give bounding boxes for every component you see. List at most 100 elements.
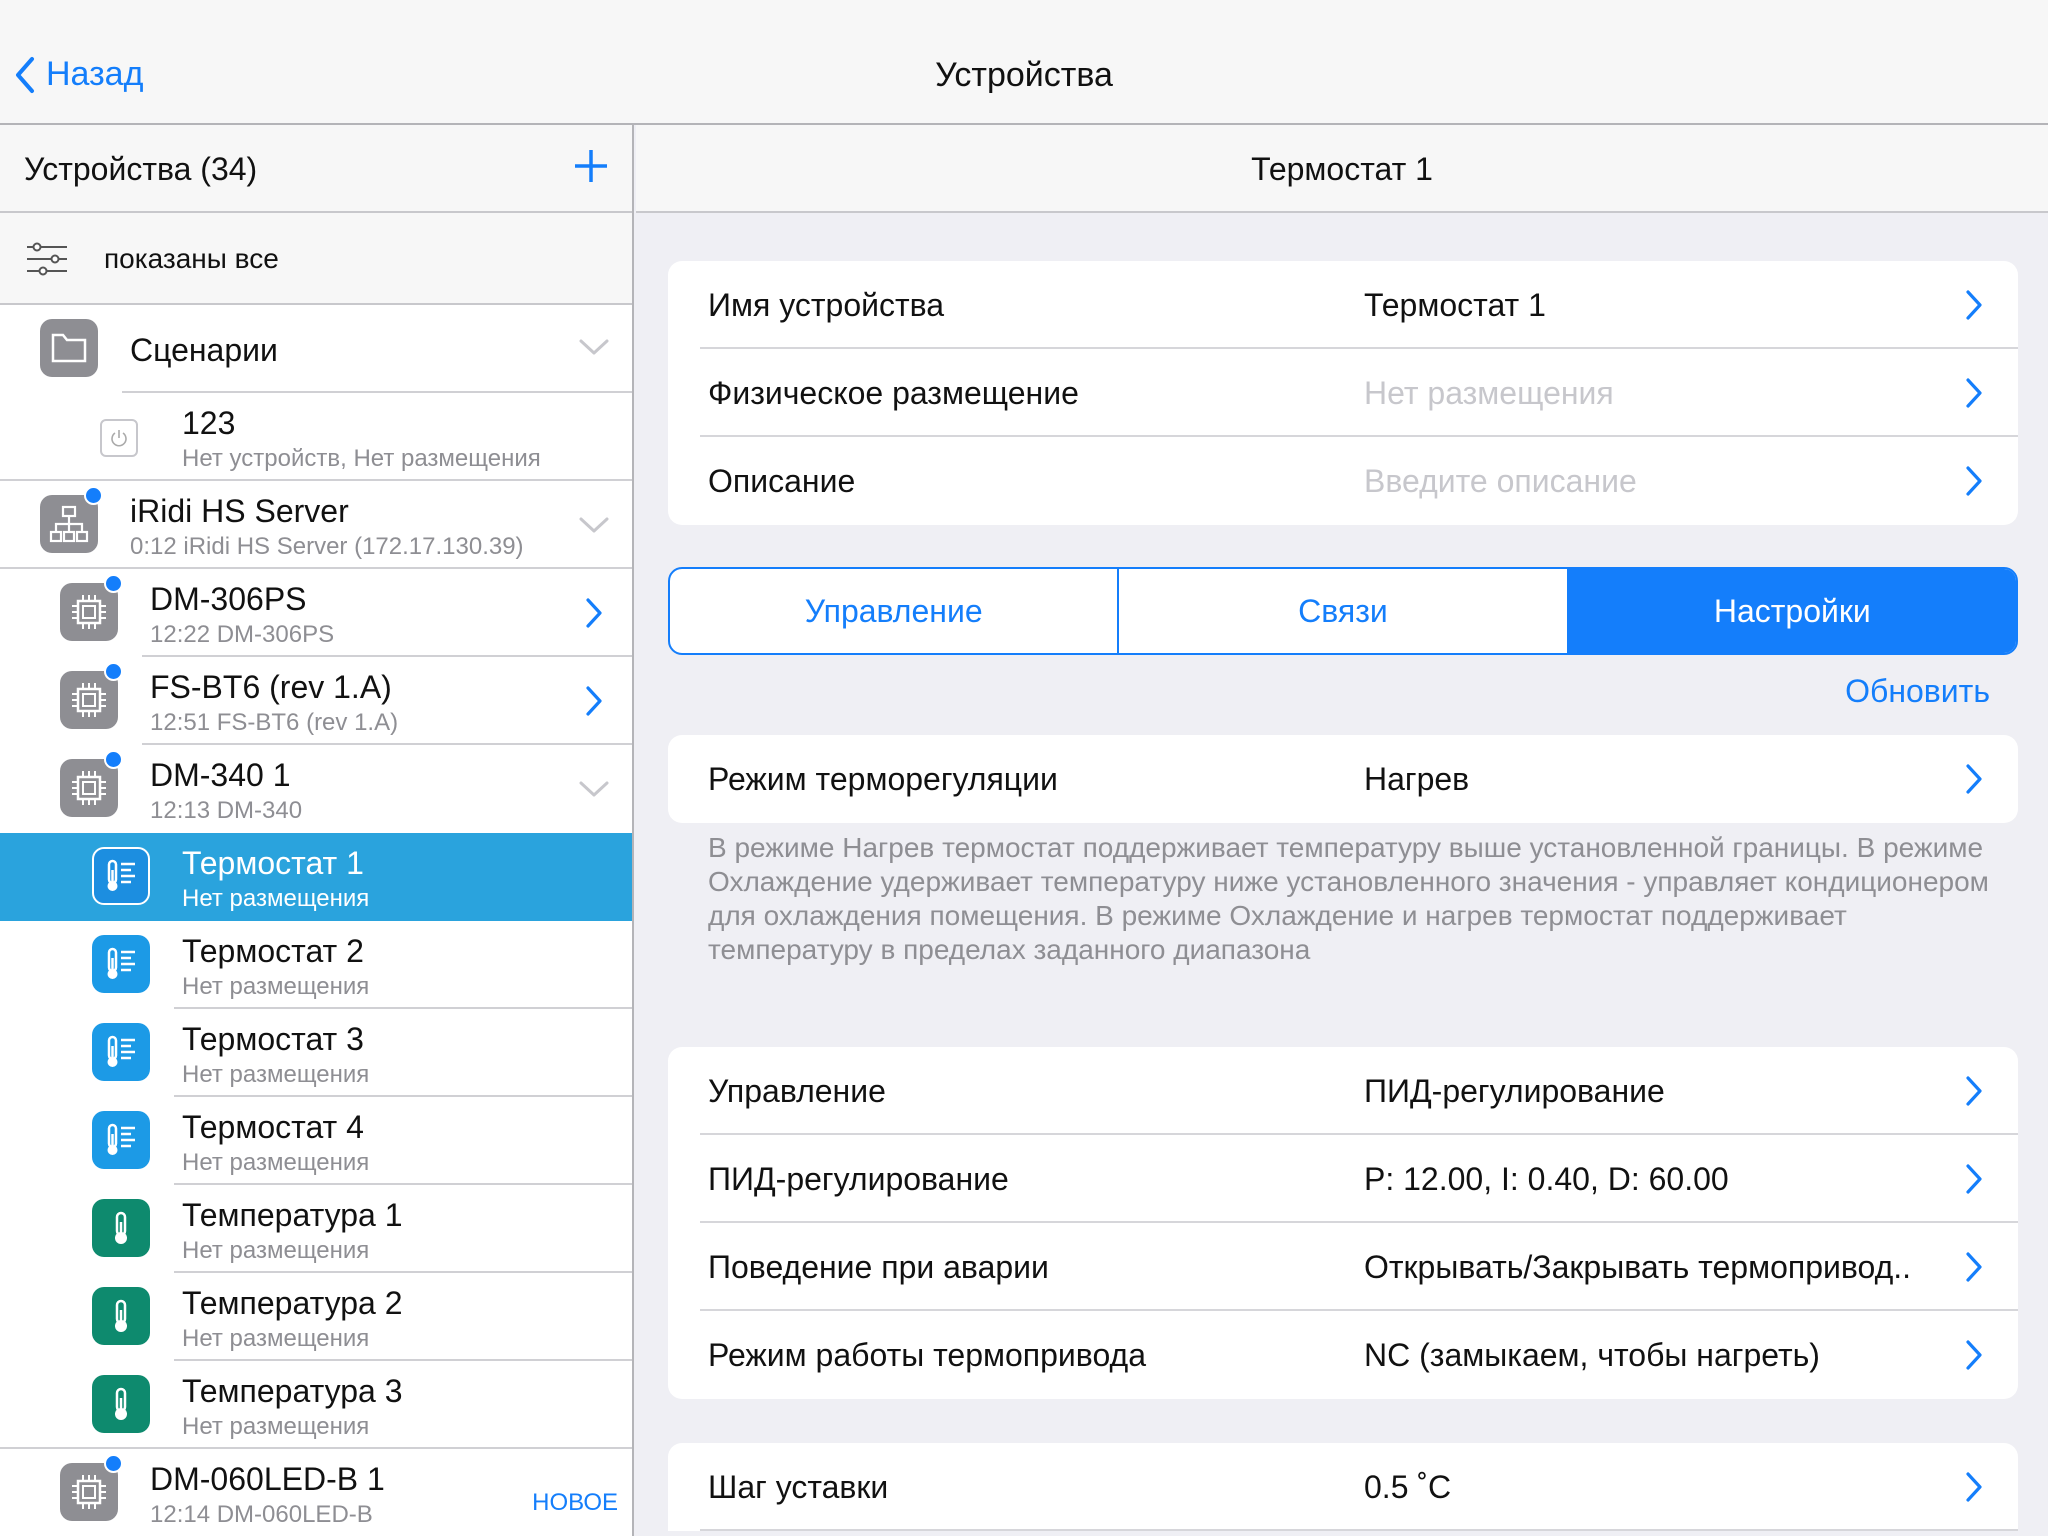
list-item-title: DM-340 1 — [150, 757, 291, 793]
list-item-server[interactable]: iRidi HS Server 0:12 iRidi HS Server (17… — [0, 481, 632, 569]
list-item-subtitle: Нет размещения — [182, 973, 370, 1000]
list-item-subtitle: Нет размещения — [182, 1325, 370, 1352]
plus-icon — [575, 150, 607, 182]
page-title: Устройства — [935, 56, 1113, 94]
thermostat-icon — [92, 1111, 150, 1169]
list-item-title: DM-060LED-B 1 — [150, 1461, 385, 1497]
device-name-row[interactable]: Имя устройства Термостат 1 — [668, 261, 2018, 349]
list-item-subtitle: 12:14 DM-060LED-B — [150, 1501, 373, 1528]
chevron-right-icon — [1964, 377, 1984, 409]
list-item-title: Термостат 3 — [182, 1021, 364, 1057]
list-item-temperature-1[interactable]: Температура 1 Нет размещения — [0, 1185, 632, 1273]
power-icon — [100, 419, 138, 457]
list-item-thermostat-2[interactable]: Термостат 2 Нет размещения — [0, 921, 632, 1009]
chevron-right-icon — [1964, 1163, 1984, 1195]
chevron-right-icon — [584, 685, 604, 717]
status-dot — [104, 750, 123, 769]
row-value: Нагрев — [1364, 761, 1470, 797]
row-label: Имя устройства — [708, 287, 945, 323]
list-item-subtitle: 12:22 DM-306PS — [150, 621, 335, 648]
refresh-button[interactable]: Обновить — [1845, 673, 1990, 710]
add-device-button[interactable] — [572, 147, 610, 190]
row-value: Открывать/Закрывать термопривод.. — [1364, 1249, 1912, 1285]
chevron-right-icon — [1964, 1251, 1984, 1283]
setpoint-card: Шаг уставки 0.5 ˚C — [668, 1443, 2018, 1531]
chevron-right-icon — [584, 597, 604, 629]
device-list-panel: Устройства (34) показаны все Сценарии 12… — [0, 125, 634, 1536]
thermostat-icon — [92, 935, 150, 993]
row-value: Введите описание — [1364, 463, 1637, 499]
filter-sliders-icon — [27, 242, 67, 276]
physical-location-row[interactable]: Физическое размещение Нет размещения — [668, 349, 2018, 437]
list-item-subtitle: 12:13 DM-340 — [150, 797, 303, 824]
row-value: NC (замыкаем, чтобы нагреть) — [1364, 1337, 1820, 1373]
chevron-right-icon — [1964, 465, 1984, 497]
thermometer-icon — [92, 1375, 150, 1433]
navigation-bar: Назад Устройства — [0, 0, 2048, 125]
list-item-thermostat-1[interactable]: Термостат 1 Нет размещения — [0, 833, 632, 921]
device-tree: Сценарии 123 Нет устройств, Нет размещен… — [0, 305, 632, 1536]
list-item-title: Сценарии — [130, 332, 278, 368]
row-value: Нет размещения — [1364, 375, 1614, 411]
description-row[interactable]: Описание Введите описание — [668, 437, 2018, 525]
list-item-temperature-3[interactable]: Температура 3 Нет размещения — [0, 1361, 632, 1449]
list-item-title: iRidi HS Server — [130, 493, 349, 529]
device-detail-panel: Термостат 1 Имя устройства Термостат 1 Ф… — [636, 125, 2048, 1536]
chevron-right-icon — [1964, 1339, 1984, 1371]
list-item-title: Термостат 2 — [182, 933, 364, 969]
folder-icon — [40, 319, 98, 377]
chevron-down-icon — [578, 337, 610, 357]
filter-row[interactable]: показаны все — [0, 213, 632, 305]
status-dot — [104, 662, 123, 681]
device-list-header: Устройства (34) — [0, 125, 632, 213]
actuator-mode-row[interactable]: Режим работы термопривода NC (замыкаем, … — [668, 1311, 2018, 1399]
chevron-right-icon — [1964, 763, 1984, 795]
failure-behavior-row[interactable]: Поведение при аварии Открывать/Закрывать… — [668, 1223, 2018, 1311]
pid-row[interactable]: ПИД-регулирование P: 12.00, I: 0.40, D: … — [668, 1135, 2018, 1223]
chevron-down-icon — [578, 515, 610, 535]
list-item-scenario-123[interactable]: 123 Нет устройств, Нет размещения — [0, 393, 632, 481]
list-item-thermostat-3[interactable]: Термостат 3 Нет размещения — [0, 1009, 632, 1097]
thermostat-icon — [92, 1023, 150, 1081]
list-item-subtitle: 0:12 iRidi HS Server (172.17.130.39) — [130, 533, 524, 560]
new-badge: НОВОЕ — [532, 1489, 618, 1516]
tab-control[interactable]: Управление — [670, 569, 1120, 653]
list-item-title: Температура 3 — [182, 1373, 403, 1409]
segmented-control: Управление Связи Настройки — [668, 567, 2018, 655]
list-item-thermostat-4[interactable]: Термостат 4 Нет размещения — [0, 1097, 632, 1185]
thermoregulation-mode-row[interactable]: Режим терморегуляции Нагрев — [668, 735, 2018, 823]
list-item-scenarios[interactable]: Сценарии — [0, 305, 632, 393]
list-item-title: Температура 2 — [182, 1285, 403, 1321]
row-label: Шаг уставки — [708, 1469, 889, 1505]
thermostat-icon — [92, 847, 150, 905]
list-item-subtitle: Нет размещения — [182, 1413, 370, 1440]
list-item-subtitle: Нет размещения — [182, 1237, 370, 1264]
list-item-title: DM-306PS — [150, 581, 307, 617]
row-value: Термостат 1 — [1364, 287, 1546, 323]
list-item-title: Термостат 1 — [182, 845, 364, 881]
tab-settings[interactable]: Настройки — [1568, 569, 2016, 653]
list-item-dm-340[interactable]: DM-340 1 12:13 DM-340 — [0, 745, 632, 833]
row-label: Физическое размещение — [708, 375, 1079, 411]
list-item-dm-060led-b[interactable]: DM-060LED-B 1 12:14 DM-060LED-B НОВОЕ — [0, 1449, 632, 1536]
row-label: Управление — [708, 1073, 886, 1109]
tab-links[interactable]: Связи — [1119, 569, 1569, 653]
list-item-temperature-2[interactable]: Температура 2 Нет размещения — [0, 1273, 632, 1361]
device-info-card: Имя устройства Термостат 1 Физическое ра… — [668, 261, 2018, 525]
detail-title: Термостат 1 — [636, 125, 2048, 213]
list-item-subtitle: Нет устройств, Нет размещения — [182, 445, 541, 472]
row-value: ПИД-регулирование — [1364, 1073, 1665, 1109]
row-value: 0.5 ˚C — [1364, 1469, 1452, 1505]
list-item-fs-bt6[interactable]: FS-BT6 (rev 1.A) 12:51 FS-BT6 (rev 1.A) — [0, 657, 632, 745]
row-label: Режим терморегуляции — [708, 761, 1058, 797]
setpoint-step-row[interactable]: Шаг уставки 0.5 ˚C — [668, 1443, 2018, 1531]
control-row[interactable]: Управление ПИД-регулирование — [668, 1047, 2018, 1135]
chevron-right-icon — [1964, 1471, 1984, 1503]
list-item-title: FS-BT6 (rev 1.A) — [150, 669, 392, 705]
list-item-title: Термостат 4 — [182, 1109, 364, 1145]
chevron-right-icon — [1964, 289, 1984, 321]
status-dot — [104, 1454, 123, 1473]
list-item-dm-306ps[interactable]: DM-306PS 12:22 DM-306PS — [0, 569, 632, 657]
filter-label: показаны все — [104, 243, 279, 274]
row-label: Поведение при аварии — [708, 1249, 1049, 1285]
